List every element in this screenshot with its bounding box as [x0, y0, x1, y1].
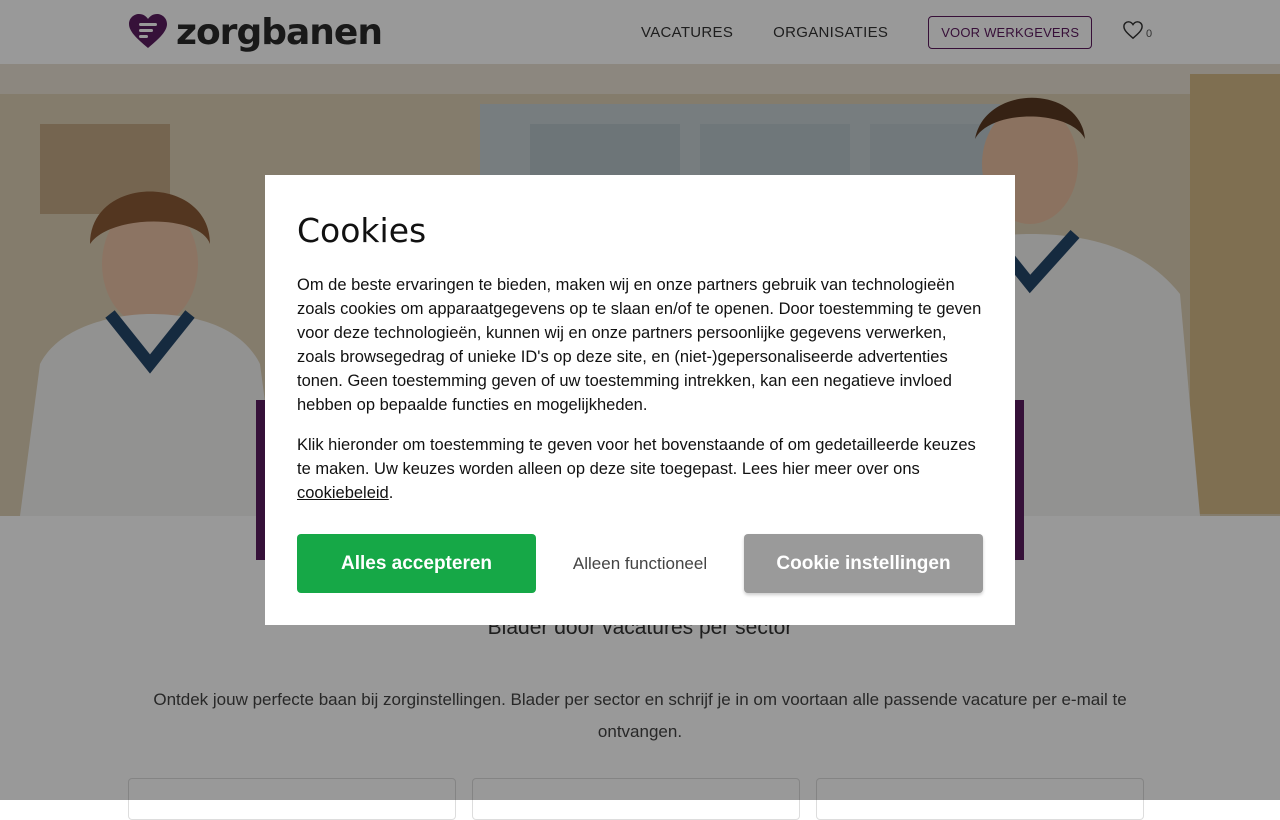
cookie-dialog-text-2-end: . — [388, 483, 394, 502]
cookie-dialog-title: Cookies — [297, 211, 427, 250]
cookie-policy-link[interactable]: cookiebeleid — [297, 484, 389, 502]
cookie-button-row: Alles accepteren Alleen functioneel Cook… — [297, 534, 983, 594]
cookie-dialog-text-2: Klik hieronder om toestemming te geven v… — [297, 433, 983, 505]
cookie-dialog-text-2-body: Klik hieronder om toestemming te geven v… — [297, 435, 976, 478]
cookie-settings-button[interactable]: Cookie instellingen — [744, 534, 983, 593]
cookie-dialog-text: Om de beste ervaringen te bieden, maken … — [297, 275, 982, 414]
accept-all-button[interactable]: Alles accepteren — [297, 534, 536, 593]
cookie-consent-dialog: Cookies Om de beste ervaringen te bieden… — [265, 175, 1015, 625]
functional-only-button[interactable]: Alleen functioneel — [536, 534, 744, 593]
